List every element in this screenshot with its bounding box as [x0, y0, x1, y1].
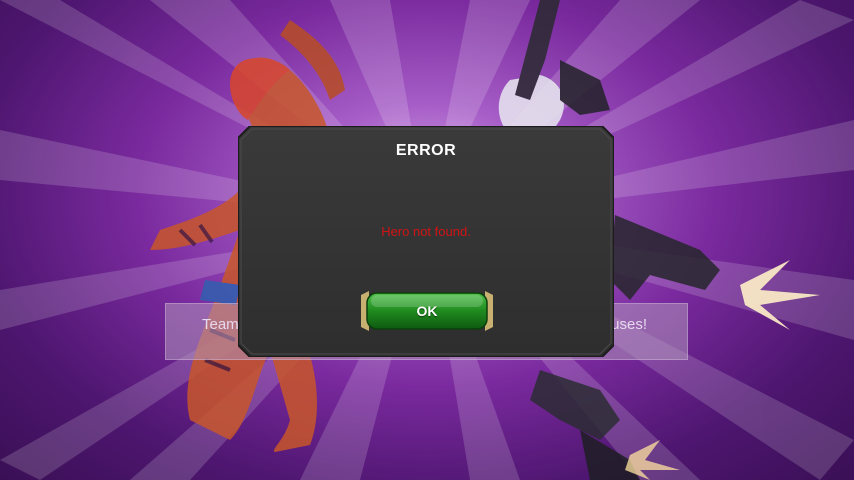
hint-text-right: uses!: [611, 316, 647, 333]
ok-button[interactable]: OK: [359, 289, 495, 333]
ok-button-label: OK: [416, 303, 438, 319]
dialog-title: ERROR: [395, 142, 457, 159]
error-message: Hero not found.: [381, 224, 471, 239]
error-dialog: ERROR Hero not found. OK: [238, 126, 614, 357]
hint-text-left: Team: [202, 316, 239, 333]
